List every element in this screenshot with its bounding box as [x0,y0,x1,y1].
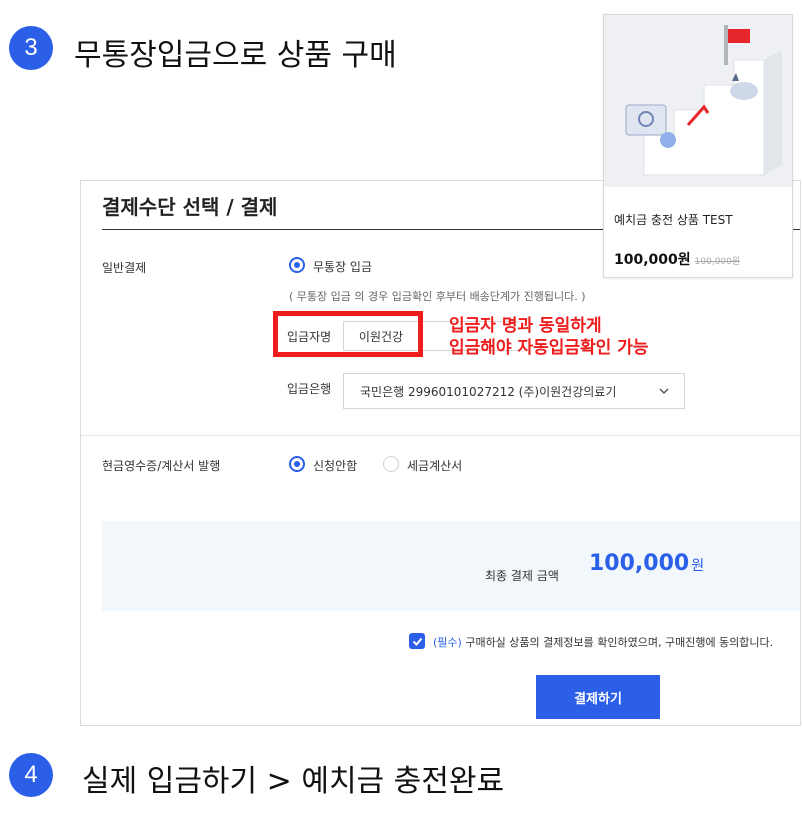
product-card[interactable]: 예치금 충전 상품 TEST 100,000원 100,000원 [603,14,793,278]
total-amount-value: 100,000 [589,551,690,576]
total-amount-unit: 원 [691,558,705,574]
check-icon [412,637,422,646]
receipt-none-radio[interactable] [289,456,305,472]
depositor-annotation: 입금자 명과 동일하게 입금해야 자동입금확인 가능 [449,315,649,359]
product-name[interactable]: 예치금 충전 상품 TEST [614,211,733,228]
annotation-line-2: 입금해야 자동입금확인 가능 [449,338,649,358]
product-price: 100,000원 100,000원 [614,249,740,269]
step-number-badge: 4 [9,753,53,797]
receipt-label: 현금영수증/계산서 발행 [102,459,221,473]
step-number: 3 [24,34,38,61]
bank-label: 입금은행 [287,382,332,396]
total-label: 최종 결제 금액 [485,569,559,583]
section-divider [81,435,800,436]
bank-select-value: 국민은행 29960101027212 (주)이원건강의료기 [360,384,617,399]
annotation-line-1: 입금자 명과 동일하게 [449,316,602,336]
product-image [604,15,792,187]
bank-transfer-label[interactable]: 무통장 입금 [313,258,372,275]
chevron-down-icon [659,388,669,394]
receipt-none-label[interactable]: 신청안함 [313,457,357,474]
depositor-highlight-box [273,311,423,357]
general-payment-label: 일반결제 [102,261,147,275]
bank-select[interactable]: 국민은행 29960101027212 (주)이원건강의료기 [343,373,685,409]
agree-checkbox[interactable] [409,633,425,649]
step-title: 실제 입금하기 > 예치금 충전완료 [82,764,505,799]
agree-text[interactable]: (필수) 구매하실 상품의 결제정보를 확인하였으며, 구매진행에 동의합니다. [433,634,773,650]
panel-title: 결제수단 선택 / 결제 [102,195,278,219]
sale-price: 100,000원 [614,252,691,268]
step-title: 무통장입금으로 상품 구매 [74,38,397,73]
step-number: 4 [24,761,38,788]
pay-button[interactable]: 결제하기 [536,675,660,719]
tax-invoice-radio[interactable] [383,456,399,472]
step-number-badge: 3 [9,26,53,70]
agree-description: 구매하실 상품의 결제정보를 확인하였으며, 구매진행에 동의합니다. [461,636,774,649]
bank-transfer-radio[interactable] [289,257,305,273]
stairs-illustration-icon [604,15,792,187]
bank-transfer-notice: ( 무통장 입금 의 경우 입금확인 후부터 배송단계가 진행됩니다. ) [289,290,586,303]
original-price: 100,000원 [694,257,741,267]
agree-required-tag: (필수) [433,636,462,649]
total-amount: 100,000 원 [589,551,704,576]
tax-invoice-label[interactable]: 세금계산서 [407,457,462,474]
